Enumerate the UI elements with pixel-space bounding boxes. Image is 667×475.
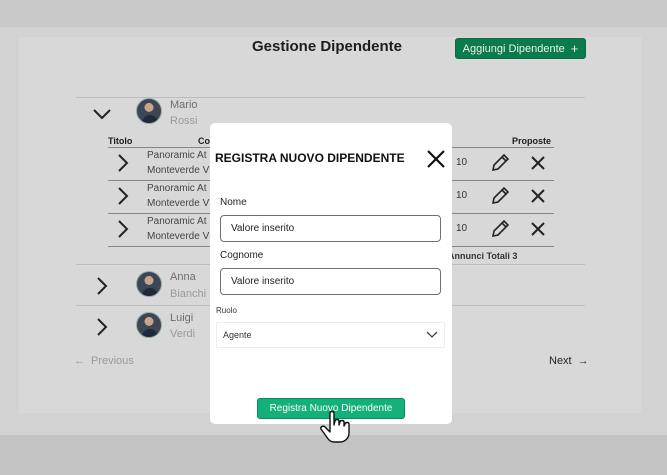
total-listings: Annunci Totali 3 xyxy=(448,251,518,261)
close-icon[interactable] xyxy=(527,152,549,174)
chevron-right-icon[interactable] xyxy=(112,185,134,207)
chevron-right-icon[interactable] xyxy=(91,316,113,338)
chevron-right-icon[interactable] xyxy=(112,152,134,174)
row-address-line2: Monteverde V xyxy=(147,198,210,209)
row-value: 10 xyxy=(456,223,468,234)
chevron-right-icon[interactable] xyxy=(91,275,113,297)
add-employee-button[interactable]: Aggiungi Dipendente + xyxy=(455,38,586,59)
next-label: Next xyxy=(549,355,572,367)
surname-field[interactable]: Valore inserito xyxy=(220,268,441,295)
surname-label: Cognome xyxy=(220,250,264,261)
hand-cursor-icon xyxy=(320,410,350,443)
row-value: 10 xyxy=(456,157,468,168)
column-header-title: Titolo xyxy=(108,136,133,146)
close-icon[interactable] xyxy=(424,147,448,171)
chevron-down-icon[interactable] xyxy=(91,103,113,125)
pencil-icon[interactable] xyxy=(489,218,511,240)
employee-last-name: Bianchi xyxy=(170,288,207,300)
modal-title: REGISTRA NUOVO DIPENDENTE xyxy=(215,151,405,165)
name-label: Nome xyxy=(220,197,247,208)
avatar xyxy=(136,98,162,124)
column-header-proposals: Proposte xyxy=(512,136,552,146)
previous-label: Previous xyxy=(91,355,134,367)
employee-last-name: Verdi xyxy=(170,328,196,340)
role-select[interactable]: Agente xyxy=(216,322,445,348)
row-address-line2: Monteverde V xyxy=(147,165,210,176)
avatar xyxy=(136,312,162,338)
chevron-down-icon xyxy=(426,331,438,338)
employee-first-name: Mario xyxy=(170,99,198,111)
employee-first-name: Luigi xyxy=(170,312,194,324)
close-icon[interactable] xyxy=(527,185,549,207)
employee-last-name: Rossi xyxy=(170,115,198,127)
row-address-line1: Panoramic At xyxy=(147,150,207,161)
pencil-icon[interactable] xyxy=(489,185,511,207)
arrow-right-icon: → xyxy=(577,355,589,367)
row-address-line1: Panoramic At xyxy=(147,216,207,227)
pencil-icon[interactable] xyxy=(489,152,511,174)
add-employee-label: Aggiungi Dipendente xyxy=(462,42,565,55)
close-icon[interactable] xyxy=(527,218,549,240)
top-bar xyxy=(0,0,667,27)
plus-icon: + xyxy=(570,41,579,56)
row-value: 10 xyxy=(456,190,468,201)
avatar xyxy=(136,271,162,297)
role-label: Ruolo xyxy=(216,306,237,315)
register-employee-modal: REGISTRA NUOVO DIPENDENTE Nome Valore in… xyxy=(210,123,452,424)
next-page-button[interactable]: Next → xyxy=(549,355,589,367)
row-address-line2: Monteverde V xyxy=(147,231,210,242)
name-field[interactable]: Valore inserito xyxy=(220,215,441,242)
chevron-right-icon[interactable] xyxy=(112,218,134,240)
page-title: Gestione Dipendente xyxy=(252,38,403,55)
column-header-co: Co xyxy=(198,136,210,146)
role-selected-value: Agente xyxy=(223,330,252,340)
employee-first-name: Anna xyxy=(170,271,196,283)
row-address-line1: Panoramic At xyxy=(147,183,207,194)
previous-page-button[interactable]: ← Previous xyxy=(74,355,134,367)
arrow-left-icon: ← xyxy=(74,355,85,367)
